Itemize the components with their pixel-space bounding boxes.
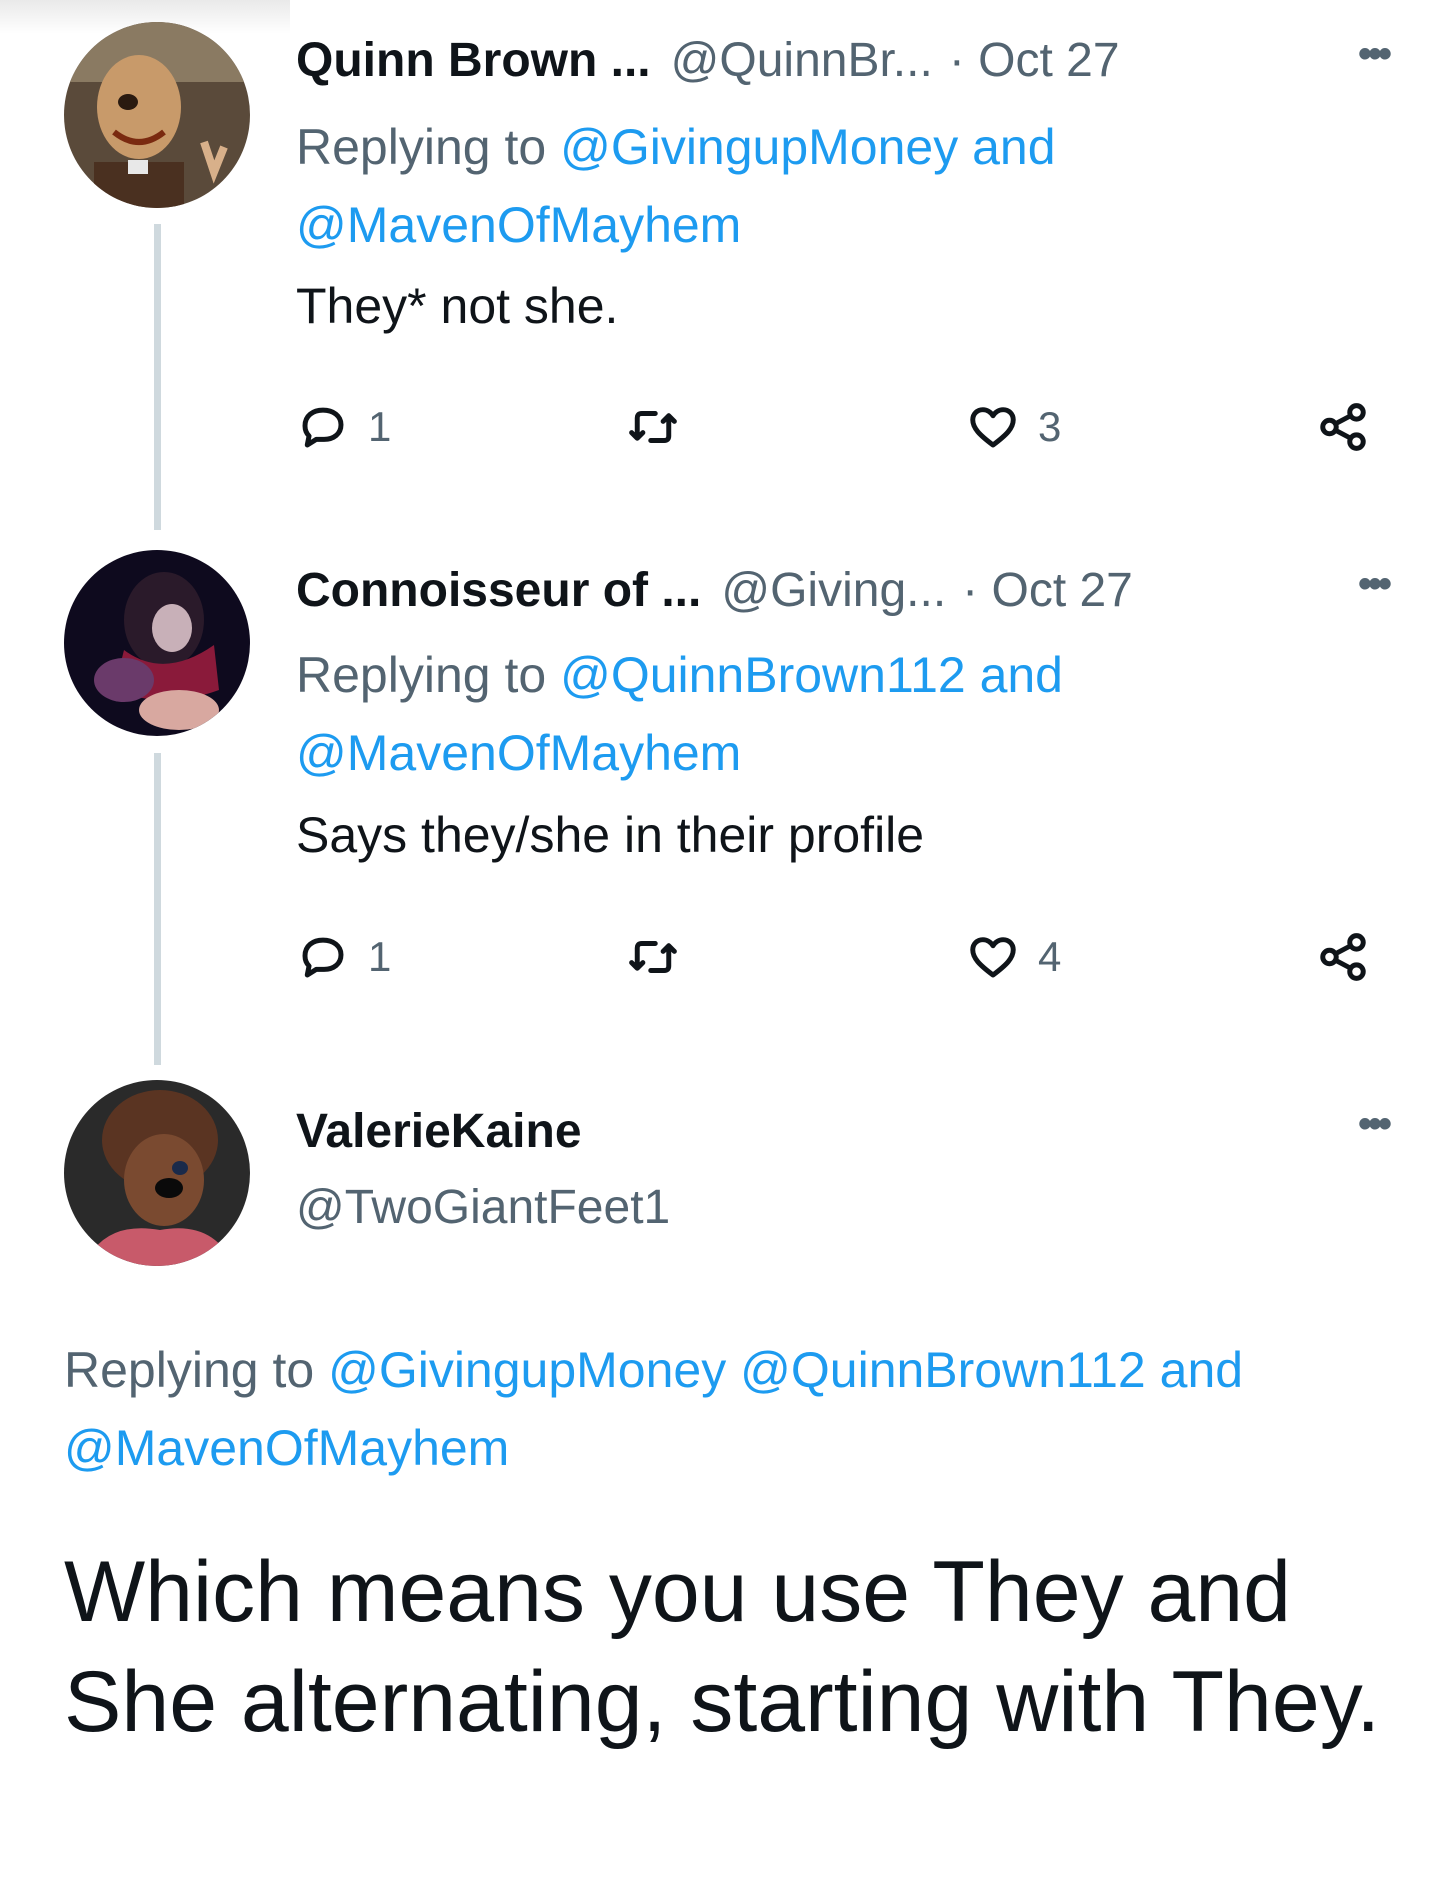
tweet-actions: 1 4 xyxy=(296,922,1386,992)
like-count: 4 xyxy=(1038,933,1062,980)
retweet-icon xyxy=(629,411,677,443)
tweet-header: Connoisseur of ... @Giving... · Oct 27 xyxy=(296,555,1396,625)
mention-links[interactable]: @GivingupMoney @QuinnBrown112 and xyxy=(328,1342,1243,1398)
like-icon xyxy=(970,407,1016,448)
tweet-header: Quinn Brown ... @QuinnBr... · Oct 27 xyxy=(296,25,1396,95)
more-icon[interactable]: ••• xyxy=(1358,562,1392,607)
replying-to: Replying to @GivingupMoney @QuinnBrown11… xyxy=(64,1331,1404,1487)
mention-link[interactable]: @MavenOfMayhem xyxy=(64,1420,509,1476)
mention-link[interactable]: @MavenOfMayhem xyxy=(296,725,741,781)
tweet-date[interactable]: · Oct 27 xyxy=(949,33,1120,88)
mention-link[interactable]: @QuinnBrown112 and xyxy=(560,647,1063,703)
reply-button[interactable]: 1 xyxy=(296,922,391,992)
more-icon[interactable]: ••• xyxy=(1358,1102,1392,1147)
reply-icon xyxy=(302,937,344,978)
reply-count: 1 xyxy=(368,933,392,980)
replying-to: Replying to @GivingupMoney and @MavenOfM… xyxy=(296,108,1346,264)
avatar-valeriekaine[interactable] xyxy=(64,1080,250,1266)
tweet-text: Says they/she in their profile xyxy=(296,807,925,863)
share-button[interactable] xyxy=(1316,392,1370,462)
replying-to: Replying to @QuinnBrown112 and @MavenOfM… xyxy=(296,636,1346,792)
thread-connector xyxy=(154,753,161,1065)
display-name[interactable]: ValerieKaine xyxy=(296,1104,582,1159)
display-name[interactable]: Quinn Brown ... xyxy=(296,33,651,88)
retweet-button[interactable] xyxy=(626,392,680,462)
main-tweet-text: Which means you use They and She alterna… xyxy=(64,1544,1381,1750)
avatar-connoisseur[interactable] xyxy=(64,550,250,736)
tweet-text: They* not she. xyxy=(296,278,619,334)
retweet-icon xyxy=(629,941,677,973)
tweet-date[interactable]: · Oct 27 xyxy=(962,563,1133,618)
reply-count: 1 xyxy=(368,403,392,450)
user-handle-row: @TwoGiantFeet1 xyxy=(296,1172,1396,1242)
like-count: 3 xyxy=(1038,403,1062,450)
display-name[interactable]: Connoisseur of ... xyxy=(296,563,701,618)
avatar-quinn-brown[interactable] xyxy=(64,22,250,208)
like-button[interactable]: 3 xyxy=(966,392,1061,462)
replying-to-label: Replying to xyxy=(64,1342,315,1398)
user-handle[interactable]: @Giving... xyxy=(721,563,946,618)
reply-icon xyxy=(302,407,344,448)
reply-button[interactable]: 1 xyxy=(296,392,391,462)
like-icon xyxy=(970,937,1016,978)
tweet-actions: 1 3 xyxy=(296,392,1386,462)
replying-to-label: Replying to xyxy=(296,119,547,175)
share-button[interactable] xyxy=(1316,922,1370,992)
share-icon xyxy=(1320,933,1366,981)
retweet-button[interactable] xyxy=(626,922,680,992)
thread-connector xyxy=(154,224,161,530)
tweet-header: ValerieKaine xyxy=(296,1096,1396,1166)
share-icon xyxy=(1320,403,1366,451)
replying-to-label: Replying to xyxy=(296,647,547,703)
like-button[interactable]: 4 xyxy=(966,922,1061,992)
mention-link[interactable]: @MavenOfMayhem xyxy=(296,197,741,253)
mention-link[interactable]: @GivingupMoney and xyxy=(560,119,1055,175)
user-handle[interactable]: @TwoGiantFeet1 xyxy=(296,1180,670,1235)
user-handle[interactable]: @QuinnBr... xyxy=(671,33,933,88)
more-icon[interactable]: ••• xyxy=(1358,32,1392,77)
